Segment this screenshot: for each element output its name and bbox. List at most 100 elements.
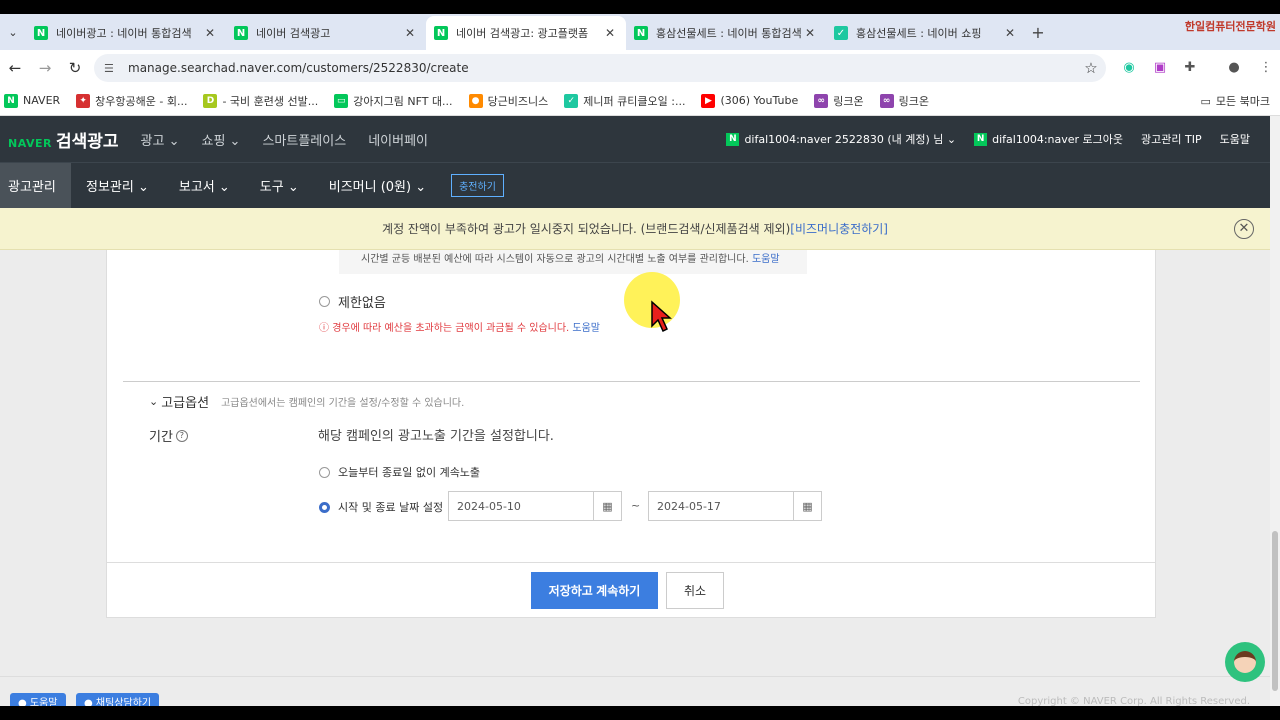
radio-unlimited[interactable] (319, 296, 330, 307)
bookmark-item[interactable]: D - 국비 훈련생 선발... (203, 93, 318, 109)
cancel-button[interactable]: 취소 (666, 572, 724, 609)
tab-close-icon[interactable]: ✕ (202, 26, 218, 40)
back-arrow-icon[interactable]: ← (0, 59, 30, 77)
gnb-ad[interactable]: 광고 ⌄ (141, 130, 180, 149)
browser-tab-active[interactable]: N 네이버 검색광고: 광고플랫폼 ✕ (426, 16, 626, 50)
bookmark-label: 창우항공해운 - 회... (95, 94, 188, 108)
tab-title: 홍삼선물세트 : 네이버 쇼핑 (856, 27, 982, 40)
calendar-icon[interactable]: ▦ (793, 492, 821, 520)
budget-unlimited-option[interactable]: 제한없음 (319, 292, 386, 311)
footer-divider (0, 676, 1270, 677)
gnb-shopping[interactable]: 쇼핑 ⌄ (202, 130, 241, 149)
lnb-info-manage[interactable]: 정보관리 ⌄ (71, 163, 164, 209)
chat-bubble-icon: ● (84, 698, 96, 706)
help-link[interactable]: 도움말 (1220, 131, 1250, 147)
end-date-field[interactable]: 2024-05-17 ▦ (648, 491, 822, 521)
bookmark-item[interactable]: ▶ (306) YouTube (701, 93, 799, 108)
tab-title: 홍삼선물세트 : 네이버 통합검색 (656, 27, 802, 40)
extension-icon[interactable]: ▣ (1150, 58, 1170, 78)
tip-link[interactable]: 광고관리 TIP (1141, 131, 1202, 147)
bookmark-item[interactable]: ✓ 제니퍼 큐티클오일 :... (564, 93, 685, 109)
section-divider (123, 381, 1140, 382)
help-link[interactable]: 도움말 (572, 323, 600, 334)
bookmark-label: - 국비 훈련생 선발... (222, 94, 319, 108)
forward-arrow-icon[interactable]: → (30, 59, 60, 77)
browser-menu-icon[interactable]: ⋮ (1256, 58, 1276, 78)
blog-bookmark-icon: ▭ (334, 93, 349, 108)
chatbot-avatar-icon[interactable] (1225, 642, 1265, 682)
lnb-tools[interactable]: 도구 ⌄ (245, 163, 314, 209)
reload-icon[interactable]: ↻ (60, 59, 90, 77)
tab-close-icon[interactable]: ✕ (402, 26, 418, 40)
browser-tab[interactable]: ✓ 홍삼선물세트 : 네이버 쇼핑 ✕ (826, 16, 1026, 50)
lnb-bizmoney[interactable]: 비즈머니 (0원) ⌄ (314, 163, 441, 209)
gnb-smartplace[interactable]: 스마트플레이스 (262, 130, 346, 149)
browser-tab[interactable]: N 네이버광고 : 네이버 통합검색 ✕ (26, 16, 226, 50)
budget-warning: ⓘ 경우에 따라 예산을 초과하는 금액이 과금될 수 있습니다. 도움말 (319, 319, 600, 334)
page-scrollbar[interactable] (1270, 116, 1280, 706)
date-range-separator: ~ (631, 499, 641, 512)
notice-text: 계정 잔액이 부족하여 광고가 일시중지 되었습니다. (브랜드검색/신제품검색… (382, 222, 791, 236)
tab-close-icon[interactable]: ✕ (802, 26, 818, 40)
bookmark-item[interactable]: ∞ 링크온 (879, 93, 930, 109)
mouse-cursor-icon (651, 300, 672, 333)
extension-icon[interactable]: ◉ (1119, 58, 1139, 78)
end-date-value: 2024-05-17 (657, 499, 721, 513)
naver-favicon-icon: N (34, 26, 48, 40)
chat-consult-button[interactable]: ● 채팅상담하기 (76, 693, 160, 706)
lnb-ad-manage[interactable]: 광고관리 (0, 162, 71, 209)
bizmoney-charge-link[interactable]: [비즈머니충전하기] (790, 220, 888, 237)
tab-close-icon[interactable]: ✕ (1002, 26, 1018, 40)
browser-tab[interactable]: N 네이버 검색광고 ✕ (226, 16, 426, 50)
extensions-puzzle-icon[interactable]: ✚ (1180, 58, 1200, 78)
bookmark-label: 링크온 (833, 94, 864, 108)
searchad-logo[interactable]: NAVER 검색광고 (8, 127, 119, 152)
bookmark-star-icon[interactable]: ☆ (1076, 59, 1106, 77)
new-tab-plus-icon[interactable]: + (1026, 23, 1050, 42)
advanced-title: 고급옵션 (161, 396, 210, 411)
bookmark-item[interactable]: ▭ 강아지그림 NFT 대... (334, 93, 453, 109)
bookmark-item[interactable]: N NAVER (4, 93, 60, 108)
bookmark-label: 강아지그림 NFT 대... (353, 94, 453, 108)
info-icon: ● (18, 698, 30, 706)
browser-tab[interactable]: N 홍삼선물세트 : 네이버 통합검색 ✕ (626, 16, 826, 50)
advanced-desc: 고급옵션에서는 캠페인의 기간을 설정/수정할 수 있습니다. (221, 398, 465, 409)
profile-avatar-icon[interactable]: ● (1224, 58, 1244, 78)
help-link[interactable]: 도움말 (752, 254, 780, 265)
url-input[interactable]: ☰ manage.searchad.naver.com/customers/25… (94, 54, 1106, 82)
shopping-bookmark-icon: ✓ (564, 93, 579, 108)
budget-auto-desc-text: 시간별 균등 배분된 예산에 따라 시스템이 자동으로 광고의 시간대별 노출 … (361, 254, 749, 265)
all-bookmarks-folder[interactable]: ▭ 모든 북마크 (1200, 93, 1270, 109)
lnb-report[interactable]: 보고서 ⌄ (164, 163, 245, 209)
calendar-icon[interactable]: ▦ (593, 492, 621, 520)
help-button[interactable]: ● 도움말 (10, 693, 66, 706)
bookmark-item[interactable]: ● 당근비즈니스 (468, 93, 548, 109)
radio-range[interactable] (319, 501, 330, 513)
bookmark-item[interactable]: ∞ 링크온 (814, 93, 864, 109)
start-date-field[interactable]: 2024-05-10 ▦ (448, 491, 622, 521)
period-range-option[interactable]: 시작 및 종료 날짜 설정 (319, 499, 443, 515)
close-icon[interactable]: ✕ (1234, 219, 1254, 239)
tab-close-icon[interactable]: ✕ (602, 26, 618, 40)
naver-favicon-icon: N (434, 26, 448, 40)
save-continue-button[interactable]: 저장하고 계속하기 (531, 572, 658, 609)
scrollbar-thumb[interactable] (1272, 531, 1278, 691)
logout-link[interactable]: Ndifal1004:naver 로그아웃 (974, 131, 1123, 147)
radio-continuous[interactable] (319, 466, 330, 478)
unlimited-label: 제한없음 (338, 296, 386, 311)
logo-naver: NAVER (8, 136, 52, 150)
advanced-options-toggle[interactable]: ⌄ 고급옵션 고급옵션에서는 캠페인의 기간을 설정/수정할 수 있습니다. (149, 392, 464, 411)
charge-button[interactable]: 충전하기 (451, 174, 504, 197)
bookmark-label: (306) YouTube (720, 94, 799, 107)
chevron-down-icon: ⌄ (149, 395, 159, 408)
bookmark-label: 링크온 (898, 94, 930, 108)
folder-icon: ▭ (1200, 94, 1211, 108)
period-continuous-option[interactable]: 오늘부터 종료일 없이 계속노출 (319, 464, 480, 480)
question-icon[interactable]: ? (175, 429, 188, 442)
account-menu[interactable]: Ndifal1004:naver 2522830 (내 계정) 님 ⌄ (726, 131, 956, 147)
card-footer-divider (107, 562, 1155, 563)
site-info-icon[interactable]: ☰ (104, 62, 124, 75)
bookmark-item[interactable]: ✦ 창우항공해운 - 회... (76, 93, 187, 109)
tab-search-chevron-icon[interactable]: ⌄ (0, 26, 26, 39)
gnb-naverpay[interactable]: 네이버페이 (368, 130, 428, 149)
